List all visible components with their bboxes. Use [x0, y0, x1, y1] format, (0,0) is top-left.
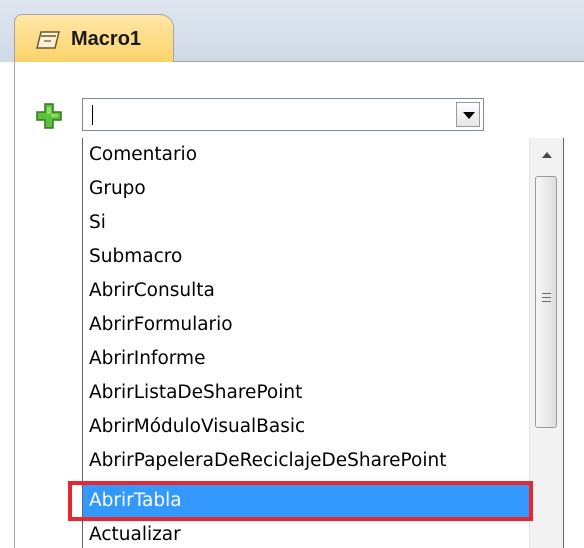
grip-line [542, 297, 551, 298]
grip-line [542, 293, 551, 294]
vertical-scrollbar[interactable] [529, 138, 563, 548]
list-item[interactable]: AbrirFormulario [83, 308, 529, 341]
grip-line [542, 301, 551, 302]
list-item[interactable]: AbrirInforme [83, 342, 529, 375]
green-plus-icon[interactable] [36, 103, 62, 129]
list-item[interactable]: AbrirPapeleraDeReciclajeDeSharePoint [83, 444, 529, 477]
scrollbar-thumb[interactable] [535, 176, 557, 428]
document-tab-strip: Macro1 [0, 0, 584, 62]
chevron-down-icon [463, 112, 475, 119]
tab-macro1[interactable]: Macro1 [14, 14, 174, 62]
list-item[interactable]: Si [83, 206, 529, 239]
list-item[interactable]: AbrirMóduloVisualBasic [83, 410, 529, 443]
dropdown-button[interactable] [456, 102, 480, 127]
list-item[interactable]: AbrirListaDeSharePoint [83, 376, 529, 409]
list-item[interactable]: Comentario [83, 138, 529, 171]
tab-label: Macro1 [71, 28, 142, 50]
add-action-combobox[interactable] [82, 98, 484, 131]
list-item[interactable]: Grupo [83, 172, 529, 205]
list-item[interactable]: Submacro [83, 240, 529, 273]
scroll-up-icon[interactable] [542, 152, 552, 158]
selection-highlight-box [68, 481, 533, 521]
macro-icon [36, 31, 60, 49]
list-item[interactable]: AbrirConsulta [83, 274, 529, 307]
list-item[interactable]: Actualizar [83, 518, 529, 548]
text-cursor [92, 105, 93, 125]
frame-border-left [14, 62, 15, 548]
frame-border-top [174, 61, 584, 62]
